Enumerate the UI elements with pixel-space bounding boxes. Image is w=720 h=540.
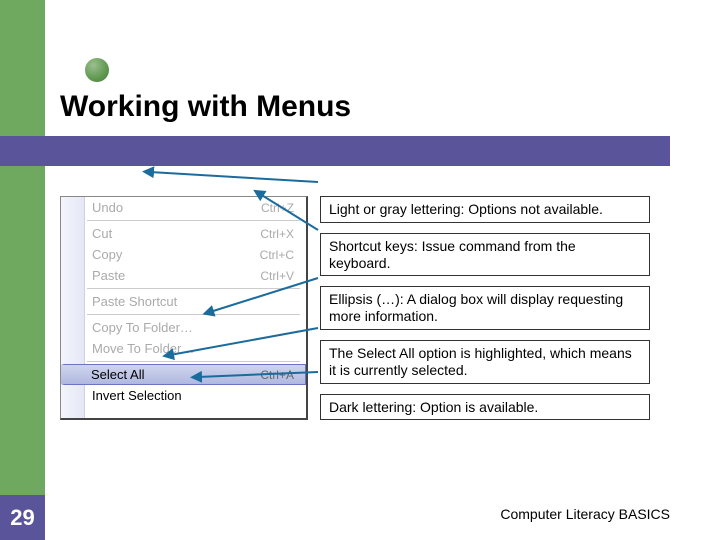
menu-item-label: Undo <box>92 200 123 215</box>
menu-item-label: Move To Folder… <box>92 341 194 356</box>
menu-item-shortcut: Ctrl+X <box>260 227 294 241</box>
menu-item-paste-shortcut[interactable]: Paste Shortcut <box>61 291 306 312</box>
menu-item-label: Copy To Folder… <box>92 320 193 335</box>
menu-item-label: Cut <box>92 226 112 241</box>
callout-dark-lettering: Dark lettering: Option is available. <box>320 394 650 421</box>
menu-item-shortcut: Ctrl+C <box>260 248 294 262</box>
arrow-to-undo <box>150 172 318 182</box>
menu-item-shortcut: Ctrl+V <box>260 269 294 283</box>
callout-highlighted: The Select All option is highlighted, wh… <box>320 340 650 384</box>
title-underline <box>0 136 670 166</box>
menu-separator <box>87 288 300 289</box>
menu-item-paste[interactable]: Paste Ctrl+V <box>61 265 306 286</box>
menu-item-copy-to-folder[interactable]: Copy To Folder… <box>61 317 306 338</box>
menu-item-copy[interactable]: Copy Ctrl+C <box>61 244 306 265</box>
callouts: Light or gray lettering: Options not ava… <box>320 196 650 420</box>
menu-item-cut[interactable]: Cut Ctrl+X <box>61 223 306 244</box>
menu-item-label: Invert Selection <box>92 388 182 403</box>
footer-text: Computer Literacy BASICS <box>500 506 670 522</box>
menu-item-shortcut: Ctrl+A <box>260 368 294 382</box>
slide-title: Working with Menus <box>60 90 700 124</box>
callout-ellipsis: Ellipsis (…): A dialog box will display … <box>320 286 650 330</box>
menu-item-label: Paste <box>92 268 125 283</box>
menu-item-undo[interactable]: Undo Ctrl+Z <box>61 197 306 218</box>
menu-item-label: Select All <box>91 367 144 382</box>
callout-shortcut-keys: Shortcut keys: Issue command from the ke… <box>320 233 650 277</box>
callout-gray-lettering: Light or gray lettering: Options not ava… <box>320 196 650 223</box>
menu-separator <box>87 220 300 221</box>
menu-separator <box>87 314 300 315</box>
menu-separator <box>87 361 300 362</box>
menu-item-move-to-folder[interactable]: Move To Folder… <box>61 338 306 359</box>
menu-item-invert-selection[interactable]: Invert Selection <box>61 385 306 406</box>
menu-item-shortcut: Ctrl+Z <box>261 201 294 215</box>
slide-content: Working with Menus Undo Ctrl+Z Cut Ctrl+X Co… <box>60 90 700 420</box>
bullet-dot-icon <box>85 58 109 82</box>
side-band <box>0 0 45 540</box>
page-number: 29 <box>0 495 45 540</box>
menu-mock: Undo Ctrl+Z Cut Ctrl+X Copy Ctrl+C Paste Ctrl+V… <box>60 196 308 420</box>
main-row: Undo Ctrl+Z Cut Ctrl+X Copy Ctrl+C Paste Ctrl+V… <box>60 196 700 420</box>
menu-item-label: Paste Shortcut <box>92 294 177 309</box>
menu-item-select-all[interactable]: Select All Ctrl+A <box>61 364 306 385</box>
menu-item-label: Copy <box>92 247 122 262</box>
